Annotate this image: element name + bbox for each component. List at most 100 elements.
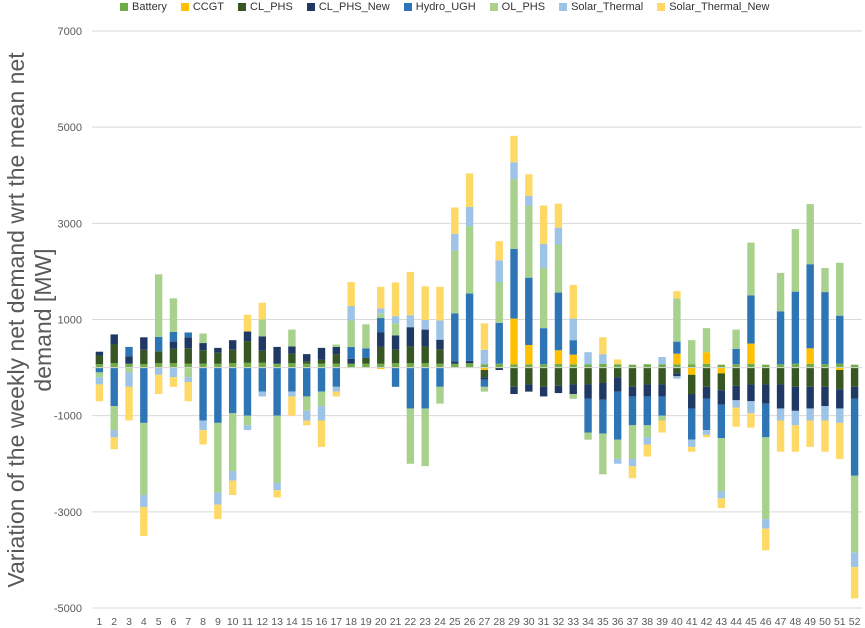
bar-segment-ol-phs-41 [688, 340, 696, 365]
bar-segment-hydro-ugh-26 [465, 293, 474, 361]
x-tick-label: 10 [227, 616, 239, 628]
bar-segment-ol-phs-6 [169, 298, 178, 333]
bar-segment-cl-phs-1 [95, 355, 104, 365]
x-tick-label: 46 [760, 616, 772, 628]
bar-segment-hydro-ugh-14 [288, 367, 296, 392]
bar-segment-ol-phs-25 [451, 250, 459, 314]
x-tick-label: 37 [627, 616, 639, 628]
bar-segment-cl-phs-new-43 [717, 390, 726, 405]
x-tick-label: 9 [215, 616, 221, 628]
bar-segment-solar-thermal-32 [554, 227, 563, 245]
bar-segment-solar-thermal-new-42 [702, 434, 711, 438]
x-tick-label: 43 [715, 616, 727, 628]
bar-segment-solar-thermal-new-46 [762, 528, 770, 551]
bar-segment-cl-phs-new-40 [673, 373, 681, 377]
y-tick-label: 1000 [58, 315, 82, 327]
bar-segment-ol-phs-20 [377, 313, 385, 319]
bar-segment-ol-phs-42 [702, 328, 711, 353]
bar-segment-solar-thermal-new-12 [258, 302, 266, 320]
bar-segment-cl-phs-30 [525, 367, 533, 385]
bar-segment-hydro-ugh-39 [658, 396, 666, 416]
bar-segment-cl-phs-new-47 [776, 384, 785, 409]
bar-segment-battery-5 [154, 363, 163, 368]
y-tick-label: 7000 [58, 26, 82, 38]
bar-segment-hydro-ugh-46 [762, 403, 770, 438]
bar-segment-cl-phs-new-29 [510, 386, 518, 395]
bar-segment-solar-thermal-new-17 [332, 391, 341, 397]
bar-segment-ol-phs-32 [554, 244, 563, 293]
bar-segment-solar-thermal-new-49 [806, 420, 814, 447]
x-tick-label: 22 [405, 616, 417, 628]
bar-segment-cl-phs-new-13 [273, 346, 281, 364]
y-tick-label: -3000 [54, 507, 82, 519]
bar-segment-cl-phs-new-38 [643, 384, 651, 397]
bar-segment-ol-phs-46 [762, 437, 770, 520]
x-tick-label: 1 [96, 616, 102, 628]
bar-segment-hydro-ugh-17 [332, 367, 341, 387]
x-tick-label: 20 [375, 616, 387, 628]
bar-segment-battery-9 [214, 363, 222, 368]
bar-segment-hydro-ugh-6 [169, 332, 178, 342]
bar-segment-ol-phs-5 [154, 274, 163, 337]
x-tick-label: 21 [390, 616, 402, 628]
bar-segment-battery-39 [658, 364, 666, 368]
bar-segment-battery-27 [480, 364, 489, 368]
bar-segment-cl-phs-29 [510, 367, 518, 387]
bar-segment-solar-thermal-49 [806, 408, 814, 421]
bar-segment-battery-38 [643, 364, 651, 368]
bar-segment-cl-phs-new-48 [791, 386, 800, 411]
bar-segment-hydro-ugh-42 [702, 398, 711, 431]
x-tick-label: 41 [686, 616, 698, 628]
bar-segment-solar-thermal-33 [569, 318, 577, 341]
bar-segment-cl-phs-48 [791, 367, 800, 387]
bar-segment-cl-phs-new-44 [732, 385, 740, 401]
bar-segment-hydro-ugh-22 [406, 367, 415, 409]
bar-segment-cl-phs-new-2 [110, 334, 118, 345]
bar-segment-cl-phs-45 [747, 367, 755, 385]
x-tick-label: 45 [745, 616, 757, 628]
bar-segment-solar-thermal-new-13 [273, 490, 281, 498]
bar-segment-battery-10 [228, 363, 237, 368]
bar-segment-ol-phs-8 [199, 333, 207, 344]
x-tick-label: 42 [701, 616, 713, 628]
bar-segment-hydro-ugh-9 [214, 367, 222, 423]
bar-segment-cl-phs-47 [776, 367, 785, 385]
bar-segment-solar-thermal-new-41 [688, 446, 696, 452]
bar-segment-solar-thermal-51 [836, 408, 844, 423]
bar-segment-battery-41 [688, 364, 696, 368]
bar-segment-battery-28 [495, 363, 503, 368]
bar-segment-battery-40 [673, 364, 681, 368]
bar-segment-cl-phs-new-36 [613, 377, 622, 392]
bar-segment-ol-phs-39 [658, 415, 666, 421]
bar-segment-cl-phs-43 [717, 373, 726, 391]
bar-segment-solar-thermal-new-11 [243, 314, 252, 332]
bar-segment-battery-1 [95, 364, 104, 368]
bar-segment-battery-14 [288, 363, 296, 368]
bar-segment-solar-thermal-new-7 [184, 382, 192, 402]
bar-segment-solar-thermal-new-14 [288, 396, 296, 416]
x-tick-label: 34 [582, 616, 594, 628]
bar-segment-cl-phs-6 [169, 348, 178, 364]
x-tick-label: 2 [111, 616, 117, 628]
bar-segment-ccgt-45 [747, 343, 755, 364]
bar-segment-cl-phs-52 [850, 367, 859, 387]
bar-segment-solar-thermal-3 [125, 372, 133, 387]
bar-segment-cl-phs-44 [732, 367, 740, 386]
bar-segment-ol-phs-1 [95, 372, 104, 378]
bar-segment-solar-thermal-new-40 [673, 291, 681, 299]
bar-segment-cl-phs-new-8 [199, 343, 207, 351]
bar-segment-battery-7 [184, 363, 192, 368]
bar-segment-solar-thermal-new-38 [643, 444, 651, 457]
bar-segment-cl-phs-new-16 [317, 347, 326, 360]
bar-segment-solar-thermal-38 [643, 437, 651, 445]
bar-segment-battery-13 [273, 363, 281, 368]
bar-segment-solar-thermal-new-51 [836, 422, 844, 459]
bar-segment-ol-phs-36 [613, 439, 622, 459]
bar-segment-solar-thermal-28 [495, 260, 503, 282]
bar-segment-solar-thermal-34 [584, 352, 592, 365]
bar-segment-cl-phs-new-21 [391, 335, 400, 350]
bar-segment-solar-thermal-new-2 [110, 437, 118, 450]
bar-segment-solar-thermal-new-8 [199, 430, 207, 445]
bar-segment-ccgt-40 [673, 353, 681, 365]
bar-segment-hydro-ugh-32 [554, 292, 563, 351]
